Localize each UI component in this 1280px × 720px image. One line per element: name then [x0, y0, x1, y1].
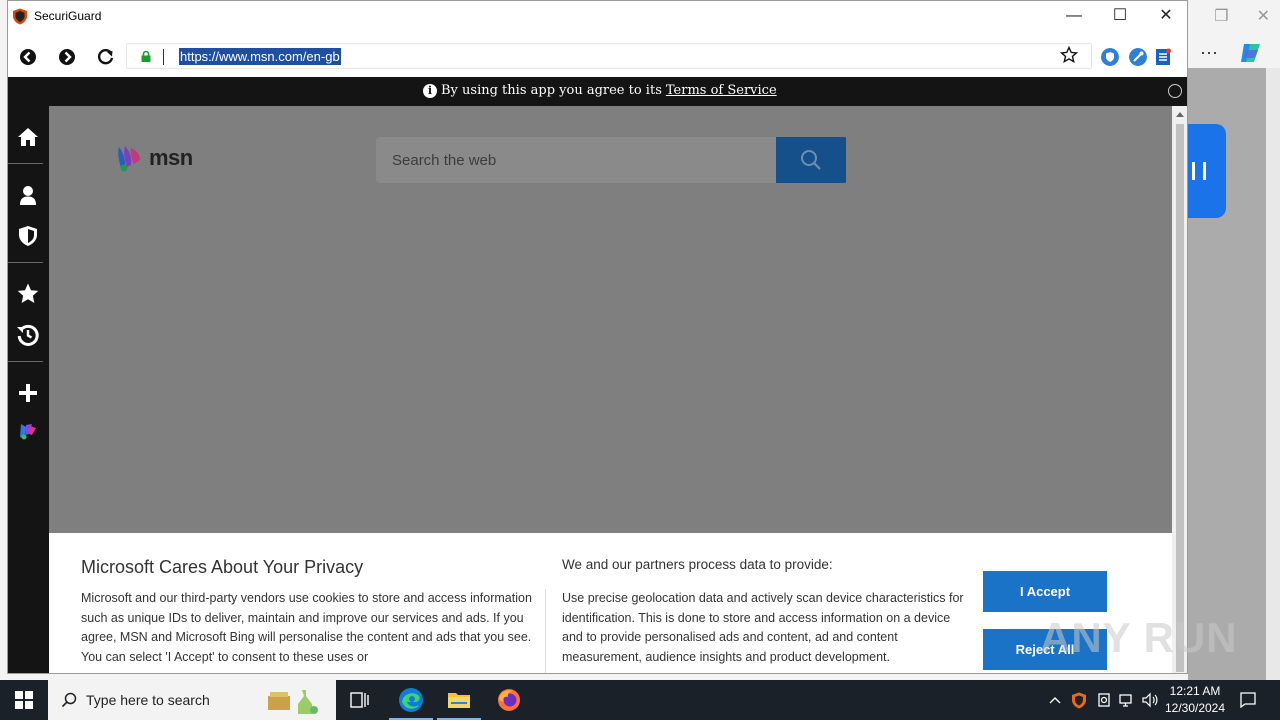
favorites-star-icon[interactable] — [16, 282, 40, 306]
taskbar-search-box[interactable]: Type here to search — [48, 680, 336, 720]
background-window-controls: ❐ ✕ — [1214, 6, 1270, 26]
search-icon — [61, 692, 77, 708]
scroll-up-arrow-icon[interactable] — [1176, 112, 1184, 117]
task-view-button[interactable] — [336, 680, 384, 720]
extension-tool-icon[interactable] — [1129, 48, 1147, 66]
terms-banner: i By using this app you agree to its Ter… — [8, 77, 1187, 106]
msn-search-input[interactable]: Search the web — [376, 137, 776, 183]
privacy-divider — [545, 589, 546, 673]
securiguard-shield-icon — [13, 8, 27, 25]
folder-icon — [448, 693, 470, 708]
tray-volume[interactable] — [1140, 680, 1160, 720]
system-clock[interactable]: 12:21 AM 12/30/2024 — [1160, 683, 1230, 717]
taskbar-search-placeholder: Type here to search — [86, 692, 210, 708]
edge-icon — [399, 688, 423, 712]
address-toolbar: https://www.msn.com/en-gb — [8, 37, 1187, 77]
taskbar-file-explorer[interactable] — [435, 680, 483, 720]
maximize-button[interactable]: ☐ — [1097, 5, 1143, 27]
background-scrollbar[interactable] — [1266, 68, 1280, 680]
show-hidden-icons[interactable] — [1046, 680, 1064, 720]
accept-button[interactable]: I Accept — [983, 571, 1107, 612]
close-button[interactable]: ✕ — [1143, 5, 1187, 27]
windows-logo-icon — [15, 691, 33, 709]
more-options-icon[interactable]: ⋯ — [1200, 43, 1218, 64]
lock-icon — [141, 51, 151, 62]
title-bar: SecuriGuard — ☐ ✕ — [8, 1, 1187, 31]
minimize-button[interactable]: — — [1051, 5, 1097, 27]
shield-icon[interactable] — [16, 224, 40, 248]
anyrun-watermark: ANY RUN — [1040, 614, 1238, 661]
volume-icon — [1142, 692, 1158, 708]
start-button[interactable] — [0, 680, 48, 720]
dismiss-check-icon[interactable] — [1168, 84, 1182, 98]
privacy-data-body: Use precise geolocation data and activel… — [562, 591, 964, 664]
bookmark-star-icon[interactable] — [1060, 46, 1078, 64]
add-icon[interactable] — [16, 381, 40, 405]
info-icon: i — [423, 83, 437, 98]
background-toolbar: ⋯ — [1200, 40, 1264, 66]
forward-button[interactable] — [57, 47, 77, 67]
privacy-title: Microsoft Cares About Your Privacy — [81, 557, 364, 577]
search-icon — [801, 150, 821, 170]
extension-notes-icon[interactable] — [1154, 48, 1172, 66]
msn-logo[interactable]: msn — [115, 143, 193, 173]
terms-of-service-link[interactable]: Terms of Service — [666, 83, 777, 98]
network-icon — [1119, 694, 1132, 707]
search-highlight-icon — [268, 690, 318, 714]
msn-shortcut-icon[interactable] — [18, 422, 38, 442]
msn-search-button[interactable] — [776, 137, 846, 183]
copilot-icon[interactable] — [1238, 40, 1264, 66]
sidebar-divider — [8, 361, 43, 362]
tray-network[interactable] — [1117, 680, 1137, 720]
extension-shield-icon[interactable] — [1101, 48, 1119, 66]
tray-device[interactable] — [1094, 680, 1114, 720]
msn-search-bar: Search the web — [376, 137, 848, 183]
page-scrollbar[interactable] — [1172, 106, 1187, 673]
notification-icon — [1240, 692, 1256, 709]
window-title: SecuriGuard — [34, 9, 102, 23]
msn-logo-text: msn — [149, 145, 193, 170]
clock-time: 12:21 AM — [1169, 684, 1221, 698]
sidebar-divider — [8, 262, 43, 263]
securiguard-tray-icon — [1072, 692, 1086, 708]
history-icon[interactable] — [16, 323, 40, 347]
sidebar — [8, 106, 49, 673]
close-icon[interactable]: ✕ — [1257, 6, 1270, 26]
taskbar-edge[interactable] — [387, 680, 435, 720]
back-button[interactable] — [18, 47, 38, 67]
chevron-up-icon — [1049, 697, 1061, 704]
tray-securiguard[interactable] — [1069, 680, 1089, 720]
device-icon — [1098, 693, 1110, 707]
sidebar-divider — [8, 163, 43, 164]
background-side-button[interactable] — [1188, 124, 1226, 218]
securiguard-window: SecuriGuard — ☐ ✕ https://www.msn.com/en… — [7, 0, 1188, 674]
privacy-data-heading: We and our partners process data to prov… — [562, 557, 833, 572]
clock-date: 12/30/2024 — [1164, 701, 1226, 715]
taskbar-firefox[interactable] — [485, 680, 533, 720]
privacy-consent-dialog: Microsoft Cares About Your Privacy Micro… — [49, 533, 1172, 673]
action-center-button[interactable] — [1238, 680, 1258, 720]
url-field[interactable]: https://www.msn.com/en-gb — [126, 43, 1092, 69]
reload-button[interactable] — [96, 47, 116, 67]
url-separator — [163, 49, 164, 65]
home-icon[interactable] — [16, 125, 40, 149]
scroll-thumb[interactable] — [1176, 124, 1184, 672]
taskbar: Type here to search 12:21 AM 12/30/2024 — [0, 680, 1280, 720]
firefox-icon — [498, 689, 520, 711]
terms-banner-text: By using this app you agree to its — [441, 83, 662, 98]
task-view-icon — [350, 692, 369, 708]
user-icon[interactable] — [16, 183, 40, 207]
privacy-body: Microsoft and our third-party vendors us… — [81, 591, 532, 664]
url-text[interactable]: https://www.msn.com/en-gb — [179, 48, 341, 65]
restore-icon[interactable]: ❐ — [1214, 6, 1228, 26]
msn-butterfly-icon — [118, 146, 140, 172]
